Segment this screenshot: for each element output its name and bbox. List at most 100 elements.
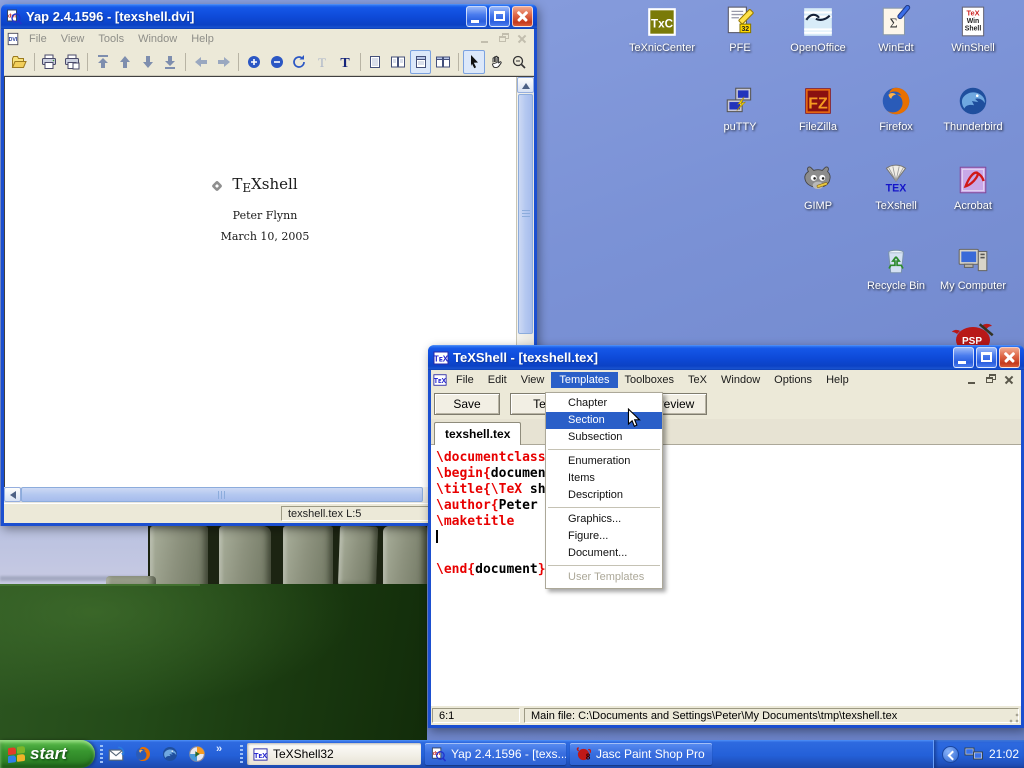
quicklaunch-media-player[interactable] — [188, 745, 206, 763]
desktop-icon-pfe[interactable]: 32PFE — [702, 5, 778, 54]
desktop-icon-acrobat[interactable]: Acrobat — [935, 163, 1011, 212]
templates-menu-item-graphics[interactable]: Graphics... — [546, 511, 662, 528]
quicklaunch-overflow-chevron[interactable]: » — [216, 743, 222, 755]
yap-tool-printer-page-button[interactable] — [61, 50, 83, 74]
scroll-up-button[interactable] — [517, 77, 534, 93]
yap-tool-zoom-in-button[interactable] — [243, 50, 265, 74]
resize-grip[interactable] — [1008, 712, 1020, 724]
yap-tool-folder-open-button[interactable] — [8, 50, 30, 74]
yap-menu-tools[interactable]: Tools — [91, 31, 131, 47]
desktop-icon-my-computer[interactable]: My Computer — [935, 243, 1011, 292]
desktop-icon-winshell[interactable]: TeXWinShellWinShell — [935, 5, 1011, 54]
yap-tool-text-t-button[interactable]: T — [334, 50, 356, 74]
yap-menu-help[interactable]: Help — [184, 31, 221, 47]
tasklist-grip[interactable] — [240, 745, 243, 763]
close-button[interactable] — [512, 6, 533, 27]
mdi-minimize-icon — [479, 32, 494, 45]
templates-menu-item-items[interactable]: Items — [546, 470, 662, 487]
yap-tool-arrow-right-button[interactable] — [213, 50, 235, 74]
start-button[interactable]: start — [0, 740, 95, 768]
desktop-icon-texshell-desktop[interactable]: TEXTeXshell — [858, 163, 934, 212]
stonehenge-wallpaper — [0, 526, 427, 740]
quicklaunch-thunderbird[interactable] — [161, 745, 179, 763]
toolbar-separator — [34, 53, 35, 71]
yap-tool-cursor-tool-button[interactable] — [463, 50, 485, 74]
yap-tool-arrow-first-button[interactable] — [92, 50, 114, 74]
mdi-minimize-button[interactable] — [966, 373, 981, 386]
texshell-logo-icon: TᴇX — [253, 747, 268, 762]
texshell-menu-file[interactable]: File — [449, 372, 481, 388]
yap-mdi-buttons — [476, 32, 530, 45]
taskbar-task-yap-2-4-1596-texs[interactable]: dviYap 2.4.1596 - [texs... — [425, 743, 566, 765]
texshell-menu-toolboxes[interactable]: Toolboxes — [618, 372, 682, 388]
yap-menu-view[interactable]: View — [54, 31, 92, 47]
yap-menu-file[interactable]: File — [22, 31, 54, 47]
yap-tool-zoom-out-button[interactable] — [266, 50, 288, 74]
hand-tool-icon — [488, 54, 504, 70]
desktop-icon-firefox[interactable]: Firefox — [858, 84, 934, 133]
minimize-button[interactable] — [466, 6, 487, 27]
yap-tool-arrow-left-button[interactable] — [190, 50, 212, 74]
desktop-icon-thunderbird[interactable]: Thunderbird — [935, 84, 1011, 133]
close-button[interactable] — [999, 347, 1020, 368]
yap-tool-page-double-bar-button[interactable] — [432, 50, 454, 74]
yap-tool-magnifier-button[interactable] — [508, 50, 530, 74]
quicklaunch-grip[interactable] — [100, 745, 103, 763]
desktop-icon-filezilla[interactable]: FZFileZilla — [780, 84, 856, 133]
yap-tool-arrow-last-button[interactable] — [160, 50, 182, 74]
desktop-icon-winedt[interactable]: ΣWinEdt — [858, 5, 934, 54]
editor-line — [436, 546, 1021, 562]
yap-tool-ruler-t-button[interactable]: T — [311, 50, 333, 74]
yap-tool-page-bar-button[interactable] — [410, 50, 432, 74]
yap-menu-window[interactable]: Window — [131, 31, 184, 47]
templates-menu-item-chapter[interactable]: Chapter — [546, 395, 662, 412]
minimize-button[interactable] — [953, 347, 974, 368]
tray-collapse-button[interactable] — [942, 746, 959, 763]
maximize-button[interactable] — [976, 347, 997, 368]
mdi-restore-button[interactable] — [984, 373, 999, 386]
texshell-menu-edit[interactable]: Edit — [481, 372, 514, 388]
templates-menu-item-user-templates[interactable]: User Templates — [546, 569, 662, 586]
quicklaunch-outlook-express[interactable] — [107, 745, 125, 763]
taskbar-task-texshell32[interactable]: TᴇXTeXShell32 — [247, 743, 421, 765]
templates-menu-item-figure[interactable]: Figure... — [546, 528, 662, 545]
yap-tool-refresh-button[interactable] — [289, 50, 311, 74]
texshell-menu-templates[interactable]: Templates — [551, 372, 617, 388]
desktop-icon-gimp[interactable]: GIMP — [780, 163, 856, 212]
desktop-icon-putty[interactable]: puTTY — [702, 84, 778, 133]
svg-text:T: T — [340, 56, 350, 70]
templates-menu-item-document[interactable]: Document... — [546, 545, 662, 562]
texshell-menu-view[interactable]: View — [514, 372, 552, 388]
code-editor[interactable]: \documentclass{\begin{document}\title{\T… — [431, 445, 1021, 705]
maximize-button[interactable] — [489, 6, 510, 27]
taskbar-task-jasc-paint-shop-pro[interactable]: 8Jasc Paint Shop Pro — [570, 743, 712, 765]
yap-tool-page-single-button[interactable] — [364, 50, 386, 74]
yap-tool-arrow-down-button[interactable] — [137, 50, 159, 74]
desktop-icon-openoffice[interactable]: OpenOffice — [780, 5, 856, 54]
save-button[interactable]: Save — [434, 393, 500, 415]
yap-tool-arrow-up-button[interactable] — [114, 50, 136, 74]
yap-tool-hand-tool-button[interactable] — [486, 50, 508, 74]
mdi-close-button[interactable] — [1002, 373, 1017, 386]
texshell-titlebar[interactable]: TᴇX TeXShell - [texshell.tex] — [428, 345, 1024, 370]
desktop-icon-texniccenter[interactable]: TxCTeXnicCenter — [624, 5, 700, 54]
yap-titlebar[interactable]: dvi Yap 2.4.1596 - [texshell.dvi] — [1, 4, 537, 29]
vertical-scroll-thumb[interactable] — [518, 94, 533, 334]
templates-menu-item-enumeration[interactable]: Enumeration — [546, 453, 662, 470]
templates-menu-item-description[interactable]: Description — [546, 487, 662, 504]
templates-menu-item-section[interactable]: Section — [546, 412, 662, 429]
quicklaunch-firefox[interactable] — [134, 745, 152, 763]
horizontal-scroll-thumb[interactable] — [21, 487, 423, 502]
yap-tool-page-double-button[interactable] — [387, 50, 409, 74]
mouse-cursor — [627, 408, 641, 429]
templates-menu-item-subsection[interactable]: Subsection — [546, 429, 662, 446]
texshell-menu-options[interactable]: Options — [767, 372, 819, 388]
yap-tool-printer-button[interactable] — [39, 50, 61, 74]
texshell-menu-tex[interactable]: TeX — [681, 372, 714, 388]
texshell-menu-window[interactable]: Window — [714, 372, 767, 388]
texshell-menu-help[interactable]: Help — [819, 372, 856, 388]
network-tray-icon[interactable] — [964, 746, 984, 762]
desktop-icon-recycle-bin[interactable]: Recycle Bin — [858, 243, 934, 292]
scroll-left-button[interactable] — [4, 487, 21, 502]
tab-texshell-tex[interactable]: texshell.tex — [434, 422, 521, 445]
